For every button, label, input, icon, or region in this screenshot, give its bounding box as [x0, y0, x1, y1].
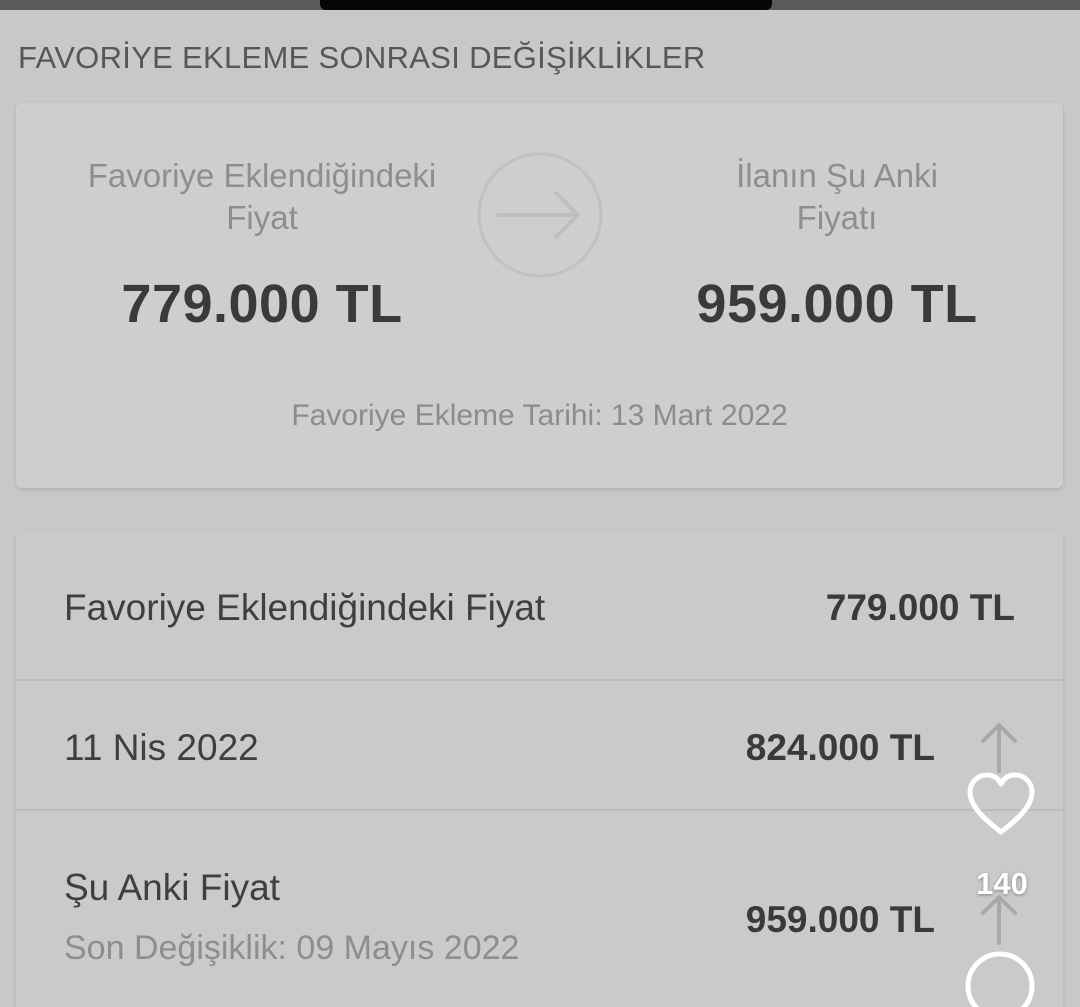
arrow-right-icon [477, 152, 603, 278]
history-row-price: 824.000 TL [745, 727, 935, 768]
history-row: Favoriye Eklendiğindeki Fiyat 779.000 TL [16, 531, 1063, 679]
current-price-value: 959.000 TL [696, 274, 978, 334]
last-change-date: Son Değişiklik: 09 Mayıs 2022 [64, 929, 520, 967]
history-row-price: 959.000 TL [745, 899, 935, 940]
like-count: 140 [976, 866, 1028, 901]
comment-icon[interactable] [962, 948, 1040, 1007]
screen: FAVORİYE EKLEME SONRASI DEĞİŞİKLİKLER Fa… [0, 0, 1080, 1007]
history-row: Şu Anki Fiyat Son Değişiklik: 09 Mayıs 2… [16, 809, 1063, 1007]
added-price-value: 779.000 TL [121, 274, 403, 334]
favorite-added-date: Favoriye Ekleme Tarihi: 13 Mart 2022 [291, 399, 788, 432]
price-history-list: Favoriye Eklendiğindeki Fiyat 779.000 TL… [16, 531, 1063, 1007]
history-row: 11 Nis 2022 824.000 TL [16, 679, 1063, 809]
top-edge-bar [0, 0, 1080, 10]
history-row-label: Favoriye Eklendiğindeki Fiyat [64, 587, 546, 628]
section-title: FAVORİYE EKLEME SONRASI DEĞİŞİKLİKLER [18, 40, 706, 75]
added-price-label: Favoriye Eklendiğindeki Fiyat [87, 157, 437, 236]
history-row-price: 779.000 TL [825, 587, 1015, 628]
top-video-bar [320, 0, 772, 10]
current-price-label: İlanın Şu Anki Fiyatı [736, 157, 938, 236]
history-row-label: 11 Nis 2022 [64, 727, 259, 768]
history-row-label: Şu Anki Fiyat [64, 867, 280, 908]
arrow-up-icon [981, 723, 1017, 773]
heart-icon[interactable] [964, 770, 1038, 838]
price-summary-card: Favoriye Eklendiğindeki Fiyat 779.000 TL… [16, 103, 1063, 488]
